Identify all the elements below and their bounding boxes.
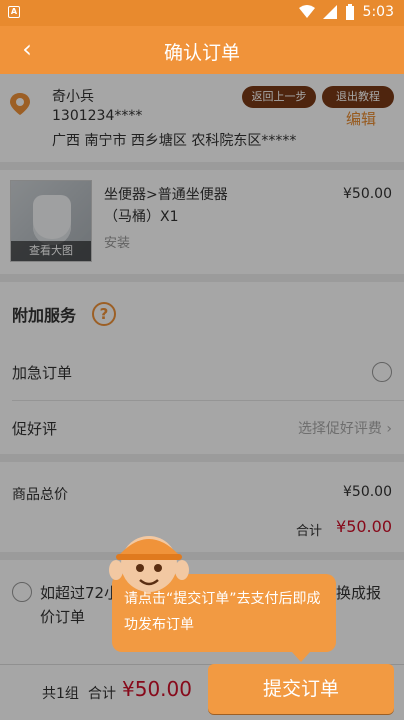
page-title: 确认订单 (163, 42, 240, 64)
submit-order-button-highlight[interactable]: 提交订单 (208, 664, 394, 714)
status-icons: 5:03 (298, 4, 394, 20)
app-bar: ‹ 确认订单 (0, 26, 404, 74)
status-bar: A 5:03 (0, 0, 404, 26)
mascot-icon (109, 536, 189, 592)
clock: 5:03 (362, 4, 394, 20)
signal-icon (322, 5, 337, 19)
battery-icon (345, 4, 354, 20)
wifi-icon (298, 5, 315, 18)
notification-icon: A (8, 6, 20, 18)
